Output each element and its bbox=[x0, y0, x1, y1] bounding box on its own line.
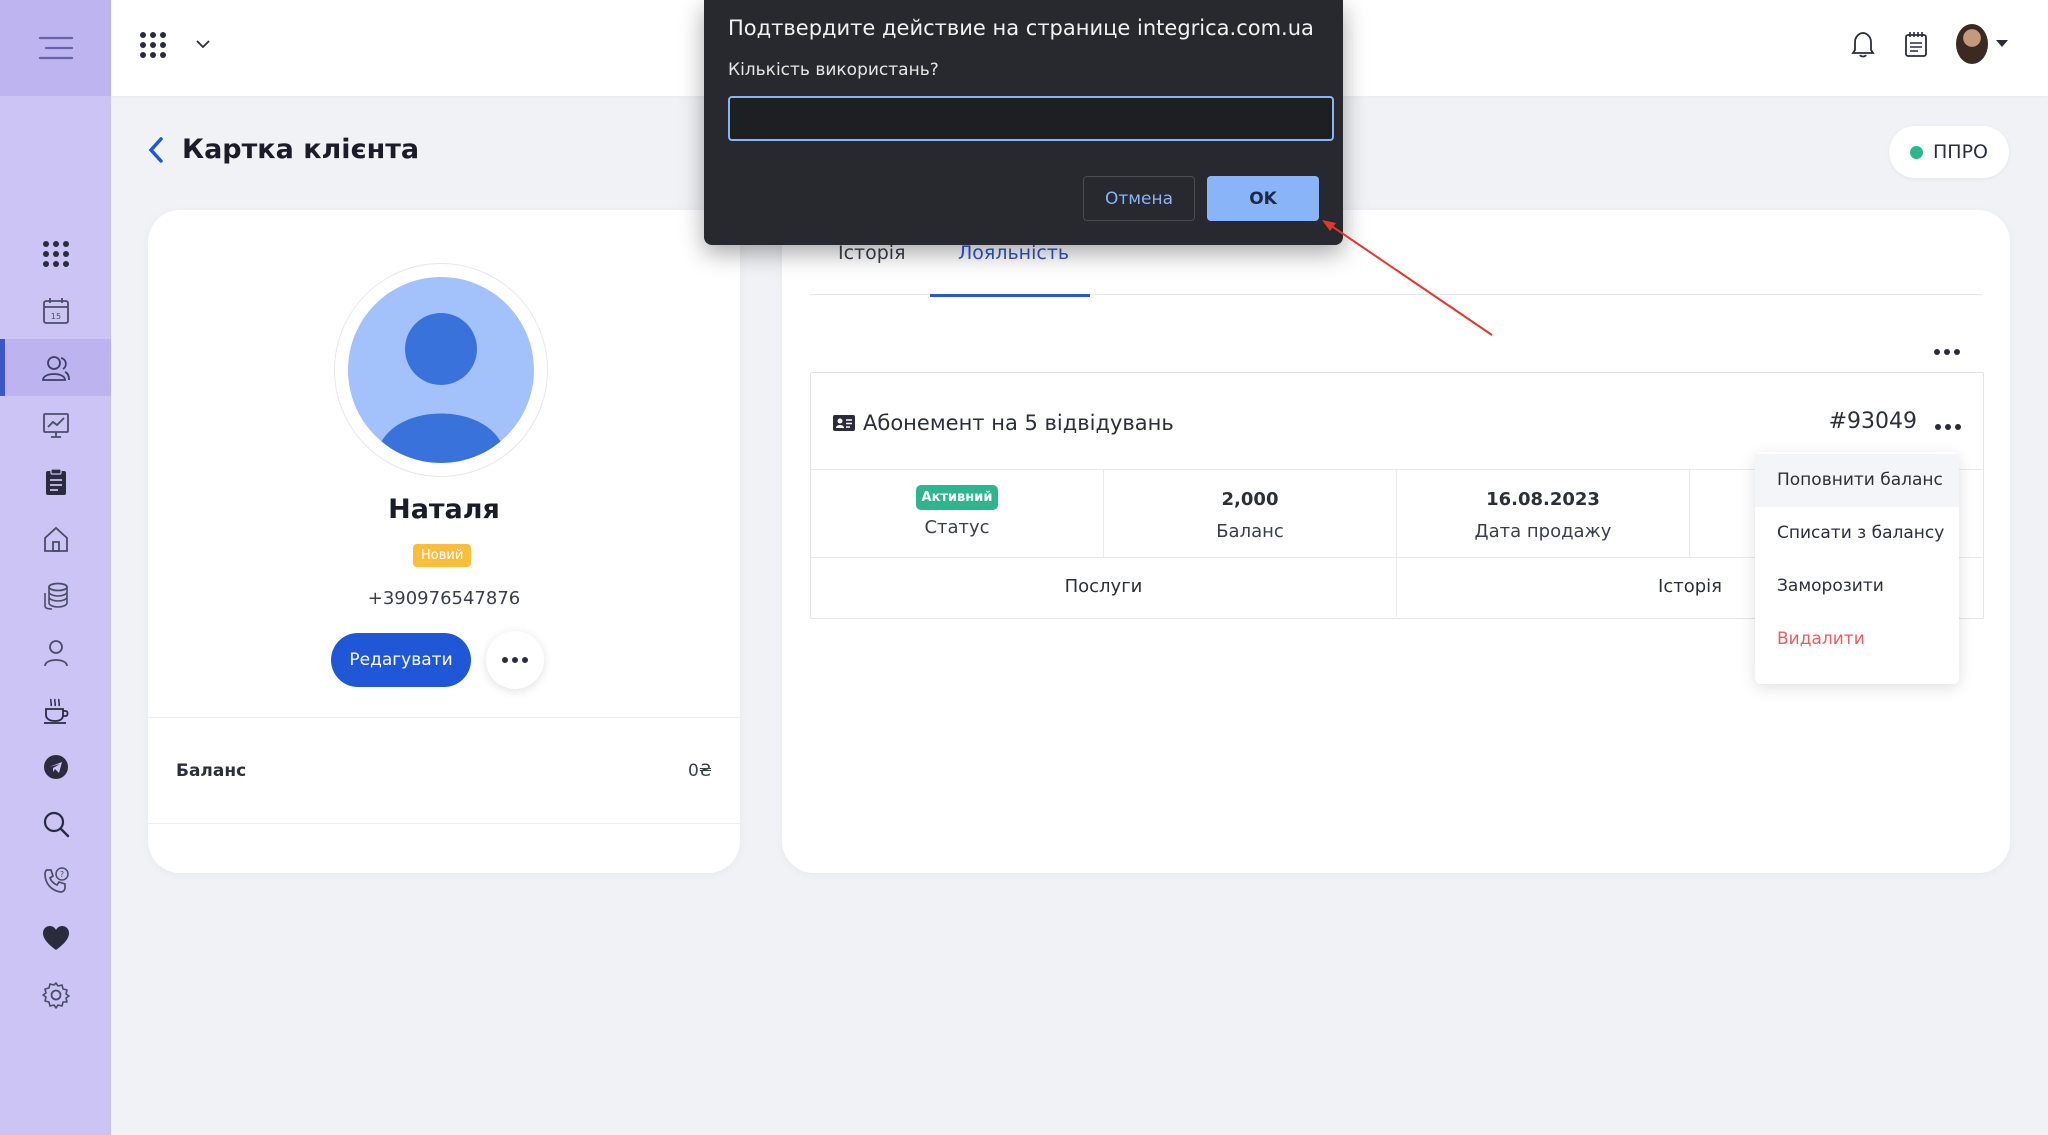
sidebar-item-telegram[interactable] bbox=[0, 738, 111, 795]
balance-value: 0₴ bbox=[688, 761, 712, 781]
sidebar-item-tasks[interactable] bbox=[0, 453, 111, 510]
ppro-status-button[interactable]: ППРО bbox=[1889, 126, 2009, 178]
tab-history[interactable]: Історія bbox=[838, 242, 906, 264]
sidebar-item-search[interactable] bbox=[0, 795, 111, 852]
sidebar-item-finance[interactable] bbox=[0, 567, 111, 624]
page-header: Картка клієнта bbox=[146, 134, 419, 165]
chevron-down-icon[interactable] bbox=[195, 38, 211, 50]
notepad-icon[interactable] bbox=[1902, 30, 1930, 58]
back-arrow-icon[interactable] bbox=[146, 136, 166, 164]
client-card: Наталя Новий +390976547876 Редагувати Ба… bbox=[148, 210, 740, 873]
more-horizontal-icon bbox=[1935, 424, 1961, 430]
tab-loyalty[interactable]: Лояльність bbox=[958, 242, 1069, 264]
client-more-button[interactable] bbox=[486, 631, 544, 689]
sidebar-nav: 15 ? bbox=[0, 225, 111, 1023]
sidebar-item-clients[interactable] bbox=[0, 339, 111, 396]
active-badge: Активний bbox=[915, 485, 999, 510]
avatar bbox=[1956, 24, 1988, 64]
sidebar-item-staff[interactable] bbox=[0, 624, 111, 681]
stat-label: Статус bbox=[924, 517, 990, 538]
divider bbox=[148, 717, 740, 718]
ok-button[interactable]: OK bbox=[1207, 176, 1319, 221]
sidebar-item-calendar[interactable]: 15 bbox=[0, 282, 111, 339]
more-horizontal-icon bbox=[502, 657, 528, 663]
coffee-cup-icon bbox=[43, 698, 68, 724]
cancel-button[interactable]: Отмена bbox=[1083, 176, 1195, 221]
subscription-title: Абонемент на 5 відвідувань bbox=[833, 411, 1174, 435]
subscription-name: Абонемент на 5 відвідувань bbox=[863, 411, 1174, 435]
stat-value: 16.08.2023 bbox=[1486, 489, 1600, 510]
stat-value: 2,000 bbox=[1221, 489, 1279, 510]
active-tab-indicator bbox=[930, 294, 1090, 297]
sidebar: 15 ? bbox=[0, 0, 111, 1135]
sidebar-item-locations[interactable] bbox=[0, 510, 111, 567]
usage-count-input[interactable] bbox=[728, 96, 1334, 141]
stat-label: Дата продажу bbox=[1474, 521, 1612, 542]
calendar-icon: 15 bbox=[42, 297, 69, 324]
telegram-icon bbox=[43, 754, 68, 779]
gear-icon bbox=[41, 981, 70, 1009]
menu-item-delete[interactable]: Видалити bbox=[1755, 613, 1959, 666]
bell-icon[interactable] bbox=[1850, 30, 1876, 58]
user-icon bbox=[43, 639, 68, 666]
subscription-more-button[interactable] bbox=[1935, 415, 1961, 434]
stat-balance: 2,000 Баланс bbox=[1104, 469, 1396, 557]
menu-toggle-icon[interactable] bbox=[36, 36, 76, 60]
ppro-label: ППРО bbox=[1933, 141, 1988, 163]
coins-icon bbox=[43, 582, 68, 610]
user-placeholder-icon bbox=[376, 313, 506, 463]
sidebar-item-settings[interactable] bbox=[0, 966, 111, 1023]
sidebar-item-analytics[interactable] bbox=[0, 396, 111, 453]
clipboard-icon bbox=[45, 467, 66, 495]
stat-status: Активний Статус bbox=[811, 469, 1103, 557]
home-icon bbox=[43, 526, 68, 552]
stat-sale-date: 16.08.2023 Дата продажу bbox=[1397, 469, 1689, 557]
loyalty-more-button[interactable] bbox=[1934, 340, 1960, 359]
sidebar-item-favorites[interactable] bbox=[0, 909, 111, 966]
client-name: Наталя bbox=[388, 494, 500, 525]
subscription-actions-menu: Поповнити баланс Списати з балансу Замор… bbox=[1755, 452, 1959, 684]
chart-board-icon bbox=[42, 412, 69, 438]
sidebar-item-support[interactable]: ? bbox=[0, 852, 111, 909]
sidebar-item-dashboard[interactable] bbox=[0, 225, 111, 282]
svg-text:15: 15 bbox=[50, 312, 60, 321]
caret-down-icon bbox=[1996, 40, 2008, 47]
services-link[interactable]: Послуги bbox=[811, 557, 1396, 617]
divider bbox=[1689, 469, 1690, 557]
dialog-prompt: Кількість використань? bbox=[728, 60, 939, 80]
edit-button[interactable]: Редагувати bbox=[331, 633, 471, 687]
heart-icon bbox=[42, 925, 69, 950]
divider bbox=[148, 823, 740, 824]
phone-question-icon: ? bbox=[43, 866, 69, 893]
browser-prompt-dialog: Подтвердите действие на странице integri… bbox=[704, 0, 1343, 245]
stat-label: Баланс bbox=[1216, 521, 1284, 542]
client-phone: +390976547876 bbox=[367, 588, 521, 609]
client-avatar bbox=[334, 263, 548, 477]
subscription-id: #93049 bbox=[1828, 409, 1917, 434]
menu-item-freeze[interactable]: Заморозити bbox=[1755, 560, 1959, 613]
users-icon bbox=[41, 355, 70, 381]
svg-text:?: ? bbox=[59, 870, 63, 879]
grid-dots-icon bbox=[42, 240, 69, 267]
sidebar-item-bar[interactable] bbox=[0, 681, 111, 738]
user-menu[interactable] bbox=[1956, 24, 2008, 64]
sidebar-header bbox=[0, 0, 111, 96]
menu-item-top-up[interactable]: Поповнити баланс bbox=[1755, 454, 1959, 507]
status-dot-icon bbox=[1910, 145, 1923, 159]
menu-item-write-off[interactable]: Списати з балансу bbox=[1755, 507, 1959, 560]
grid-icon[interactable] bbox=[139, 31, 167, 59]
status-badge: Новий bbox=[413, 544, 472, 567]
header-actions bbox=[1850, 24, 2008, 64]
dialog-title: Подтвердите действие на странице integri… bbox=[728, 16, 1314, 40]
id-card-icon bbox=[833, 415, 855, 431]
search-icon bbox=[43, 811, 69, 837]
more-horizontal-icon bbox=[1934, 349, 1960, 355]
page-title: Картка клієнта bbox=[182, 134, 420, 165]
balance-label: Баланс bbox=[176, 761, 247, 781]
